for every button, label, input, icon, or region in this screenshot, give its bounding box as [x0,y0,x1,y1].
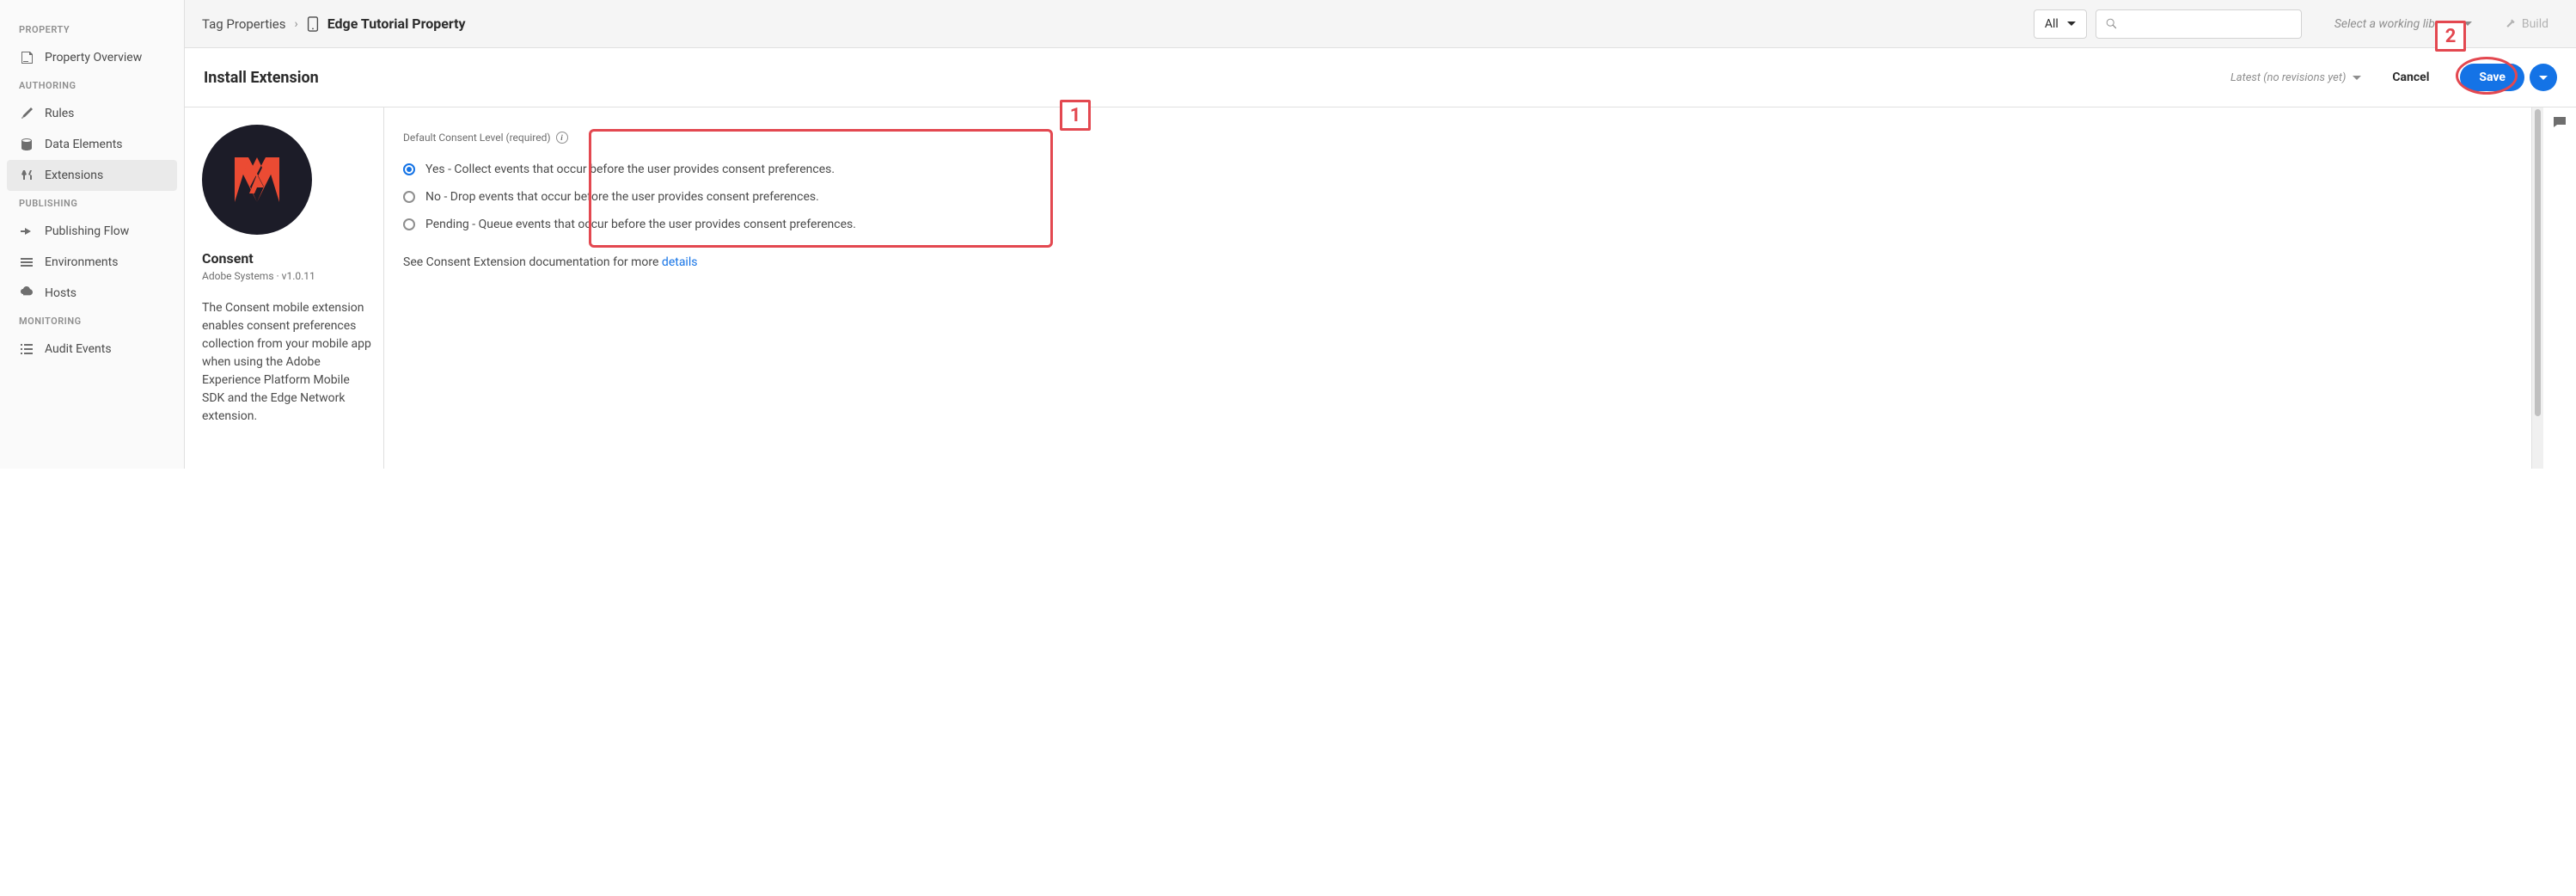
search-input[interactable] [2096,9,2302,39]
comment-icon[interactable] [2552,114,2567,130]
sidebar-section-publishing: PUBLISHING [0,191,184,216]
chevron-down-icon [2353,76,2361,80]
scrollbar[interactable] [2531,107,2543,469]
pagebar: Install Extension Latest (no revisions y… [185,47,2576,107]
sidebar-label: Extensions [45,169,103,182]
sidebar-item-audit-events[interactable]: Audit Events [0,334,184,365]
extension-meta: Adobe Systems · v1.0.11 [202,270,383,282]
breadcrumb: Tag Properties › Edge Tutorial Property [202,15,466,32]
option-label: Yes - Collect events that occur before t… [425,163,835,176]
rules-icon [19,106,34,121]
overview-icon [19,50,34,65]
sidebar-section-monitoring: MONITORING [0,309,184,334]
topbar: Tag Properties › Edge Tutorial Property … [185,0,2576,47]
extension-logo [202,125,312,235]
flow-icon [19,224,34,239]
chevron-down-icon [2539,76,2548,80]
extension-info-panel: Consent Adobe Systems · v1.0.11 The Cons… [185,107,383,469]
consent-field-label: Default Consent Level (required) i [403,132,2512,144]
radio-icon [403,191,415,203]
save-button[interactable]: Save [2460,64,2524,91]
extensions-icon [19,168,34,183]
sidebar-label: Hosts [45,286,76,300]
callout-number-1: 1 [1060,100,1091,131]
config-panel: Default Consent Level (required) i Yes -… [383,107,2531,469]
sidebar-section-authoring: AUTHORING [0,73,184,98]
sidebar-label: Property Overview [45,51,142,64]
sidebar-label: Rules [45,107,74,120]
sidebar-item-environments[interactable]: Environments [0,247,184,278]
breadcrumb-separator: › [294,17,297,31]
radio-icon [403,163,415,175]
consent-option-no[interactable]: No - Drop events that occur before the u… [403,183,2512,211]
hammer-icon [2505,18,2517,30]
callout-number-2: 2 [2435,21,2466,52]
sidebar-label: Publishing Flow [45,224,129,238]
revision-selector[interactable]: Latest (no revisions yet) [2230,71,2361,84]
save-dropdown-button[interactable] [2530,64,2557,91]
extension-description: The Consent mobile extension enables con… [202,299,383,426]
audit-icon [19,341,34,357]
extension-vendor: Adobe Systems [202,270,274,282]
save-button-group: Save [2460,64,2557,91]
consent-option-pending[interactable]: Pending - Queue events that occur before… [403,211,2512,238]
cancel-button[interactable]: Cancel [2378,64,2443,91]
environments-icon [19,255,34,270]
adobe-logo-icon [226,149,288,211]
consent-option-yes[interactable]: Yes - Collect events that occur before t… [403,156,2512,183]
radio-icon [403,218,415,230]
info-icon[interactable]: i [556,132,568,144]
comment-rail [2543,107,2576,469]
extension-name: Consent [202,250,383,267]
sidebar-label: Audit Events [45,342,112,356]
revision-label: Latest (no revisions yet) [2230,71,2346,84]
doc-details-link[interactable]: details [662,255,698,269]
filter-dropdown[interactable]: All [2034,9,2087,39]
sidebar-item-publishing-flow[interactable]: Publishing Flow [0,216,184,247]
page-title: Install Extension [204,69,319,87]
hosts-icon [19,285,34,301]
search-icon [2105,17,2119,31]
main: Tag Properties › Edge Tutorial Property … [185,0,2576,469]
sidebar: PROPERTY Property Overview AUTHORING Rul… [0,0,185,469]
sidebar-item-overview[interactable]: Property Overview [0,42,184,73]
breadcrumb-current: Edge Tutorial Property [327,15,466,32]
scrollbar-thumb[interactable] [2535,109,2541,416]
breadcrumb-root[interactable]: Tag Properties [202,16,285,32]
option-label: Pending - Queue events that occur before… [425,218,856,231]
sidebar-item-rules[interactable]: Rules [0,98,184,129]
extension-version: v1.0.11 [282,270,315,282]
content: Consent Adobe Systems · v1.0.11 The Cons… [185,107,2576,469]
sidebar-item-extensions[interactable]: Extensions [7,160,177,191]
sidebar-item-hosts[interactable]: Hosts [0,278,184,309]
mobile-device-icon [307,16,319,32]
sidebar-label: Environments [45,255,118,269]
sidebar-label: Data Elements [45,138,123,151]
sidebar-item-data-elements[interactable]: Data Elements [0,129,184,160]
data-icon [19,137,34,152]
doc-link-text: See Consent Extension documentation for … [403,255,2512,269]
filter-label: All [2045,17,2059,31]
option-label: No - Drop events that occur before the u… [425,190,819,204]
sidebar-section-property: PROPERTY [0,17,184,42]
chevron-down-icon [2067,21,2076,26]
build-button: Build [2494,12,2559,36]
build-label: Build [2522,17,2548,31]
